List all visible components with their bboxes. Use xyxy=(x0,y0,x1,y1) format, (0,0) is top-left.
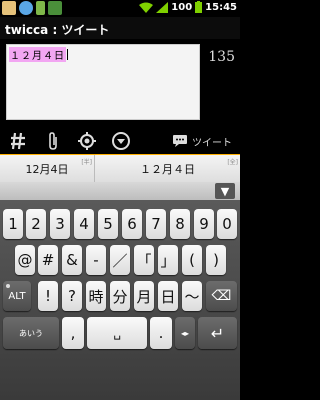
keyboard-row-bottom: あいう , ␣ . ◂▸ ↵ xyxy=(0,314,240,356)
key-4[interactable]: 4 xyxy=(74,209,94,239)
key-day[interactable]: 日 xyxy=(158,281,178,311)
key-minute[interactable]: 分 xyxy=(110,281,130,311)
soft-keyboard: 1 2 3 4 5 6 7 8 9 0 @ # & - ／ 「 」 ( ) AL… xyxy=(0,200,240,400)
fullwidth-mark: [全] xyxy=(227,159,238,166)
key-question[interactable]: ? xyxy=(62,281,82,311)
key-period[interactable]: . xyxy=(150,317,172,349)
compose-area: １２月４日 135 xyxy=(0,39,240,128)
key-2[interactable]: 2 xyxy=(26,209,46,239)
enter-key[interactable]: ↵ xyxy=(198,317,237,349)
cursor-move-key[interactable]: ◂▸ xyxy=(175,317,195,349)
enter-icon: ↵ xyxy=(210,323,225,343)
globe-notification-icon xyxy=(19,1,33,15)
alt-key[interactable]: ALT xyxy=(3,281,31,311)
tweet-button[interactable]: ツイート xyxy=(172,131,232,151)
compose-toolbar: ツイート xyxy=(0,128,240,154)
battery-icon xyxy=(195,1,203,13)
key-9[interactable]: 9 xyxy=(194,209,214,239)
key-3[interactable]: 3 xyxy=(50,209,70,239)
composing-text: １２月４日 xyxy=(9,47,66,62)
app-title: twicca : ツイート xyxy=(5,23,110,37)
candidate-halfwidth[interactable]: 12月4日 [半] xyxy=(0,155,95,182)
ime-candidate-bar: 12月4日 [半] １２月４日 [全] xyxy=(0,154,240,182)
alt-indicator-icon xyxy=(6,284,10,288)
key-slash[interactable]: ／ xyxy=(110,245,130,275)
status-bar: 100 15:45 xyxy=(0,0,240,17)
battery-percent: 100 xyxy=(171,1,193,13)
chevron-down-icon: ▼ xyxy=(220,184,230,198)
key-month[interactable]: 月 xyxy=(134,281,154,311)
key-open-paren[interactable]: ( xyxy=(182,245,202,275)
key-0[interactable]: 0 xyxy=(217,209,237,239)
key-comma[interactable]: , xyxy=(62,317,84,349)
phone-notification-icon xyxy=(36,1,45,15)
backspace-key[interactable]: ⌫ xyxy=(206,281,237,311)
key-open-bracket[interactable]: 「 xyxy=(134,245,154,275)
menu-down-icon[interactable] xyxy=(111,131,131,151)
key-tilde[interactable]: 〜 xyxy=(182,281,202,311)
location-icon[interactable] xyxy=(77,131,97,151)
hashtag-icon[interactable] xyxy=(8,131,28,151)
halfwidth-mark: [半] xyxy=(81,159,92,166)
candidate-expand-area: ▼ xyxy=(0,182,240,200)
tweet-label: ツイート xyxy=(192,137,232,149)
key-ampersand[interactable]: & xyxy=(62,245,82,275)
keyboard-row-words: ALT ! ? 時 分 月 日 〜 ⌫ xyxy=(0,278,240,314)
key-close-bracket[interactable]: 」 xyxy=(158,245,178,275)
key-hyphen[interactable]: - xyxy=(86,245,106,275)
char-counter: 135 xyxy=(208,49,235,65)
candidate-fullwidth[interactable]: １２月４日 [全] xyxy=(95,155,240,182)
text-caret xyxy=(67,49,68,60)
cursor-arrows-icon: ◂▸ xyxy=(180,328,190,338)
space-key[interactable]: ␣ xyxy=(87,317,147,349)
key-at[interactable]: @ xyxy=(15,245,35,275)
wifi-icon xyxy=(139,2,154,13)
notification-icons xyxy=(2,1,62,15)
key-hour[interactable]: 時 xyxy=(86,281,106,311)
keyboard-row-numbers: 1 2 3 4 5 6 7 8 9 0 xyxy=(0,206,240,242)
key-7[interactable]: 7 xyxy=(146,209,166,239)
cake-notification-icon xyxy=(2,1,16,15)
tweet-input[interactable]: １２月４日 xyxy=(6,44,200,120)
attachment-icon[interactable] xyxy=(43,131,63,151)
shield-notification-icon xyxy=(48,1,62,15)
keyboard-row-symbols: @ # & - ／ 「 」 ( ) xyxy=(0,242,240,278)
title-bar: twicca : ツイート xyxy=(0,17,240,39)
key-6[interactable]: 6 xyxy=(122,209,142,239)
expand-candidates-button[interactable]: ▼ xyxy=(215,183,235,199)
key-exclamation[interactable]: ! xyxy=(38,281,58,311)
key-8[interactable]: 8 xyxy=(170,209,190,239)
signal-icon xyxy=(156,1,169,13)
key-1[interactable]: 1 xyxy=(3,209,23,239)
clock: 15:45 xyxy=(205,1,237,13)
key-close-paren[interactable]: ) xyxy=(206,245,226,275)
key-5[interactable]: 5 xyxy=(98,209,118,239)
kana-mode-key[interactable]: あいう xyxy=(3,317,59,349)
key-hash[interactable]: # xyxy=(38,245,58,275)
backspace-icon: ⌫ xyxy=(211,288,232,304)
speech-bubble-icon xyxy=(173,135,187,147)
